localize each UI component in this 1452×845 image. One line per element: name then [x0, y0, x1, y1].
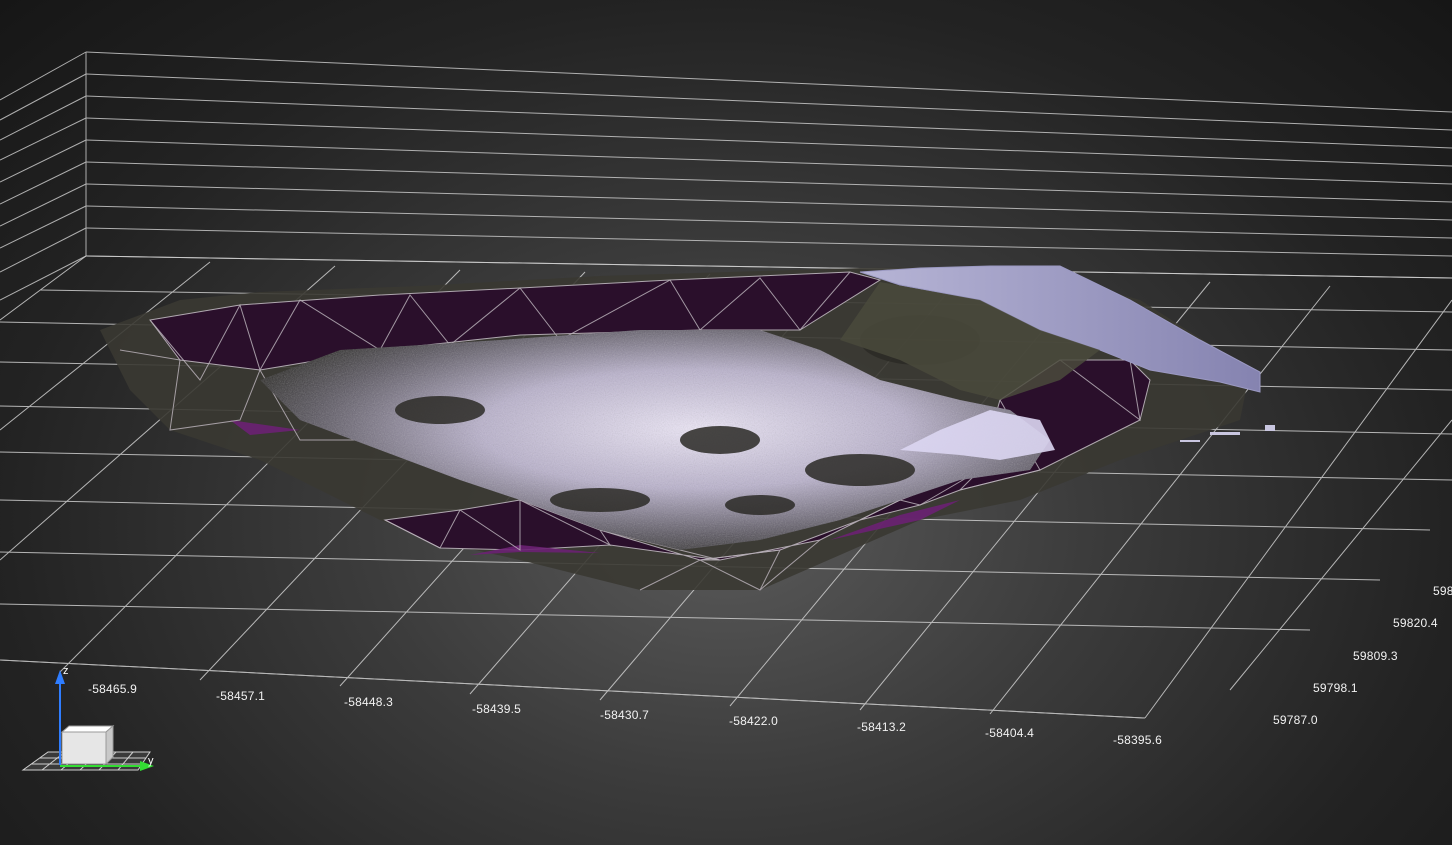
- x-axis-tick: -58439.5: [472, 702, 521, 716]
- point-cloud-model[interactable]: [100, 265, 1275, 591]
- back-wall-grid: [0, 51, 1452, 301]
- x-axis-tick: -58422.0: [729, 714, 778, 728]
- x-axis-tick: -58448.3: [344, 695, 393, 709]
- y-axis-tick: 59809.3: [1353, 649, 1398, 663]
- orientation-triad[interactable]: z y: [18, 660, 168, 785]
- point-cloud-scene[interactable]: [0, 0, 1452, 845]
- y-axis-label: y: [148, 755, 154, 767]
- x-axis-tick: -58413.2: [857, 720, 906, 734]
- x-axis-tick: -58404.4: [985, 726, 1034, 740]
- y-axis-tick: 59820.4: [1393, 616, 1438, 630]
- y-axis-tick: 598: [1433, 584, 1452, 598]
- 3d-viewport[interactable]: -58465.9 -58457.1 -58448.3 -58439.5 -584…: [0, 0, 1452, 845]
- triad-cube: [60, 724, 115, 766]
- x-axis-tick: -58457.1: [216, 689, 265, 703]
- y-axis-tick: 59798.1: [1313, 681, 1358, 695]
- y-axis-tick: 59787.0: [1273, 713, 1318, 727]
- x-axis-tick: -58430.7: [600, 708, 649, 722]
- z-axis-label: z: [63, 665, 69, 677]
- x-axis-tick: -58395.6: [1113, 733, 1162, 747]
